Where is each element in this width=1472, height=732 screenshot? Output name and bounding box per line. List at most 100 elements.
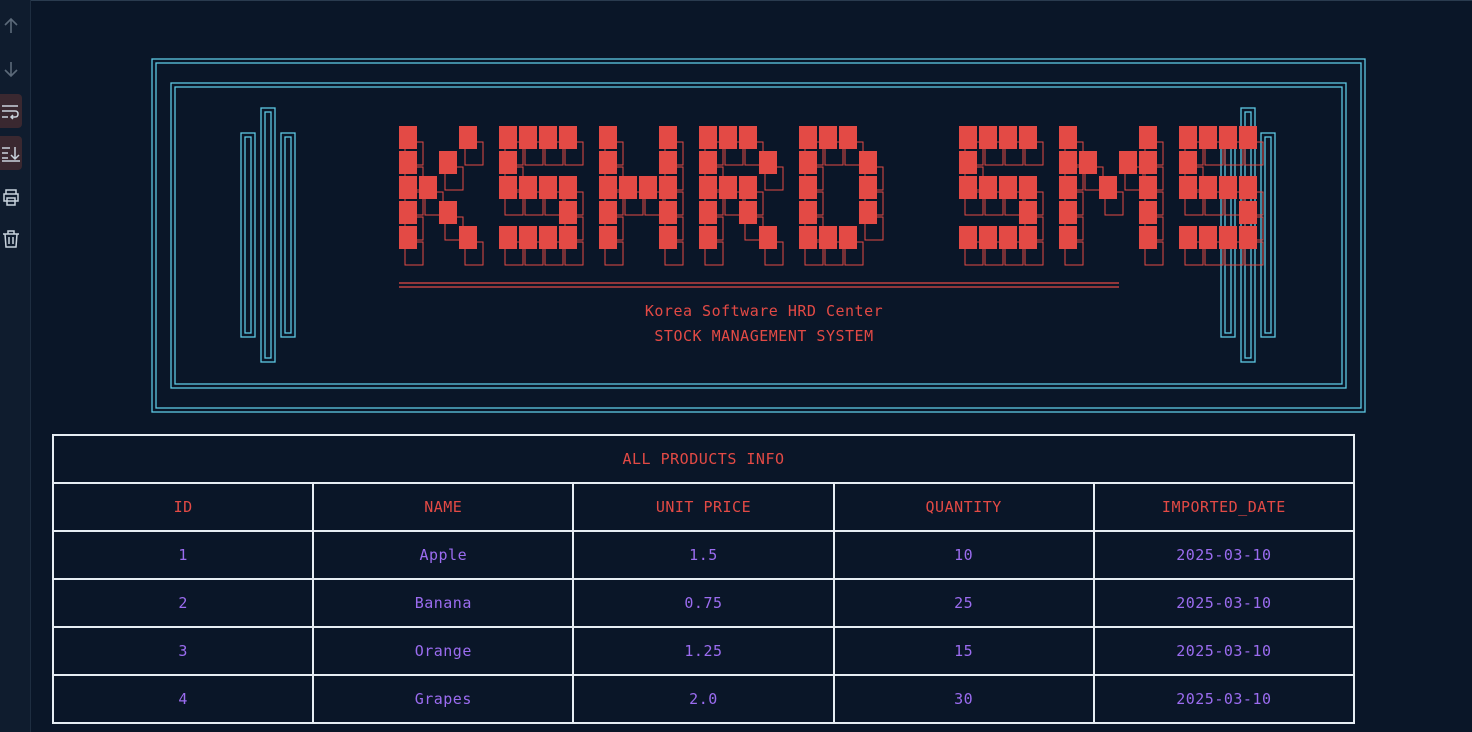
logo-block (859, 176, 877, 199)
logo-block (1199, 226, 1217, 249)
logo-block (1139, 176, 1157, 199)
console-window: Korea Software HRD Center STOCK MANAGEME… (0, 0, 1472, 732)
logo-block (599, 151, 617, 174)
logo-block (499, 151, 517, 174)
banner-frame (151, 58, 1366, 413)
logo-block (1239, 201, 1257, 224)
logo-block (819, 226, 837, 249)
logo-block (659, 226, 677, 249)
logo-block (819, 126, 837, 149)
logo-block (979, 226, 997, 249)
logo-block (959, 176, 977, 199)
logo-block (1079, 151, 1097, 174)
cell-quantity: 10 (832, 530, 1095, 580)
logo-block (1059, 151, 1077, 174)
logo-block (1119, 151, 1137, 174)
logo-block (599, 176, 617, 199)
logo-block (999, 176, 1017, 199)
clear-all-icon (3, 230, 19, 248)
logo-block (959, 151, 977, 174)
org-name: Korea Software HRD Center (644, 302, 884, 320)
logo-block (459, 126, 477, 149)
logo-block (1219, 126, 1237, 149)
cell-name: Banana (312, 578, 575, 628)
logo-block (1239, 226, 1257, 249)
column-header-id: ID (51, 482, 315, 532)
logo-block (739, 126, 757, 149)
table-caption-row: ALL PRODUCTS INFO (52, 434, 1355, 484)
top-divider (0, 0, 1472, 1)
logo-block (539, 226, 557, 249)
column-header-quantity: QUANTITY (832, 482, 1095, 532)
logo-block (659, 151, 677, 174)
logo-block (559, 126, 577, 149)
logo-block (739, 176, 757, 199)
logo-block (399, 176, 417, 199)
cell-unit-price: 1.25 (572, 626, 835, 676)
cell-name: Grapes (312, 674, 575, 724)
soft-wrap-icon (2, 105, 19, 120)
logo-block (399, 201, 417, 224)
logo-block (1199, 126, 1217, 149)
cell-unit-price: 1.5 (572, 530, 835, 580)
logo-block (699, 176, 717, 199)
logo-block (539, 176, 557, 199)
logo-block (539, 126, 557, 149)
logo-block (1239, 176, 1257, 199)
column-header-name: NAME (312, 482, 575, 532)
scroll-to-end-toggle[interactable] (0, 136, 22, 170)
logo-block (459, 226, 477, 249)
logo-block (799, 226, 817, 249)
logo-block (699, 226, 717, 249)
logo-block (519, 126, 537, 149)
logo-block (519, 176, 537, 199)
logo-block (559, 201, 577, 224)
print-button[interactable] (0, 180, 22, 214)
logo-block (499, 176, 517, 199)
scroll-up-button[interactable] (0, 9, 22, 43)
logo-block (1059, 126, 1077, 149)
logo-block (1139, 201, 1157, 224)
scroll-down-button[interactable] (0, 52, 22, 86)
logo-block (839, 226, 857, 249)
logo-block (1139, 226, 1157, 249)
system-name: STOCK MANAGEMENT SYSTEM (654, 327, 874, 345)
logo-block (1139, 151, 1157, 174)
logo-block (739, 201, 757, 224)
table-caption: ALL PRODUCTS INFO (52, 434, 1355, 484)
print-icon (3, 189, 19, 206)
logo-block (439, 201, 457, 224)
cell-name: Orange (312, 626, 575, 676)
logo-block (759, 151, 777, 174)
logo-block (1179, 226, 1197, 249)
products-table: ALL PRODUCTS INFO ID NAME UNIT PRICE QUA… (51, 434, 1356, 724)
logo-text-blocks (399, 126, 1257, 249)
logo-block (1179, 126, 1197, 149)
cell-id: 2 (51, 578, 315, 628)
clear-all-button[interactable] (0, 222, 22, 256)
logo-block (499, 126, 517, 149)
logo-block (1019, 176, 1037, 199)
soft-wrap-toggle[interactable] (0, 94, 22, 128)
cell-id: 4 (51, 674, 315, 724)
logo-block (1219, 226, 1237, 249)
logo-block (799, 151, 817, 174)
logo-block (719, 126, 737, 149)
cell-unit-price: 0.75 (572, 578, 835, 628)
logo-block (699, 201, 717, 224)
table-row: 2 Banana 0.75 25 2025-03-10 (51, 578, 1356, 628)
logo-block (999, 126, 1017, 149)
cell-id: 3 (51, 626, 315, 676)
logo-block (719, 176, 737, 199)
logo-block (639, 176, 657, 199)
logo-block (799, 176, 817, 199)
logo-block (959, 126, 977, 149)
logo-block (1179, 151, 1197, 174)
logo-block (559, 226, 577, 249)
logo-block (1019, 226, 1037, 249)
scroll-down-icon (4, 62, 18, 78)
cell-quantity: 25 (832, 578, 1095, 628)
logo-block (619, 176, 637, 199)
logo-block (599, 126, 617, 149)
logo-block (439, 151, 457, 174)
